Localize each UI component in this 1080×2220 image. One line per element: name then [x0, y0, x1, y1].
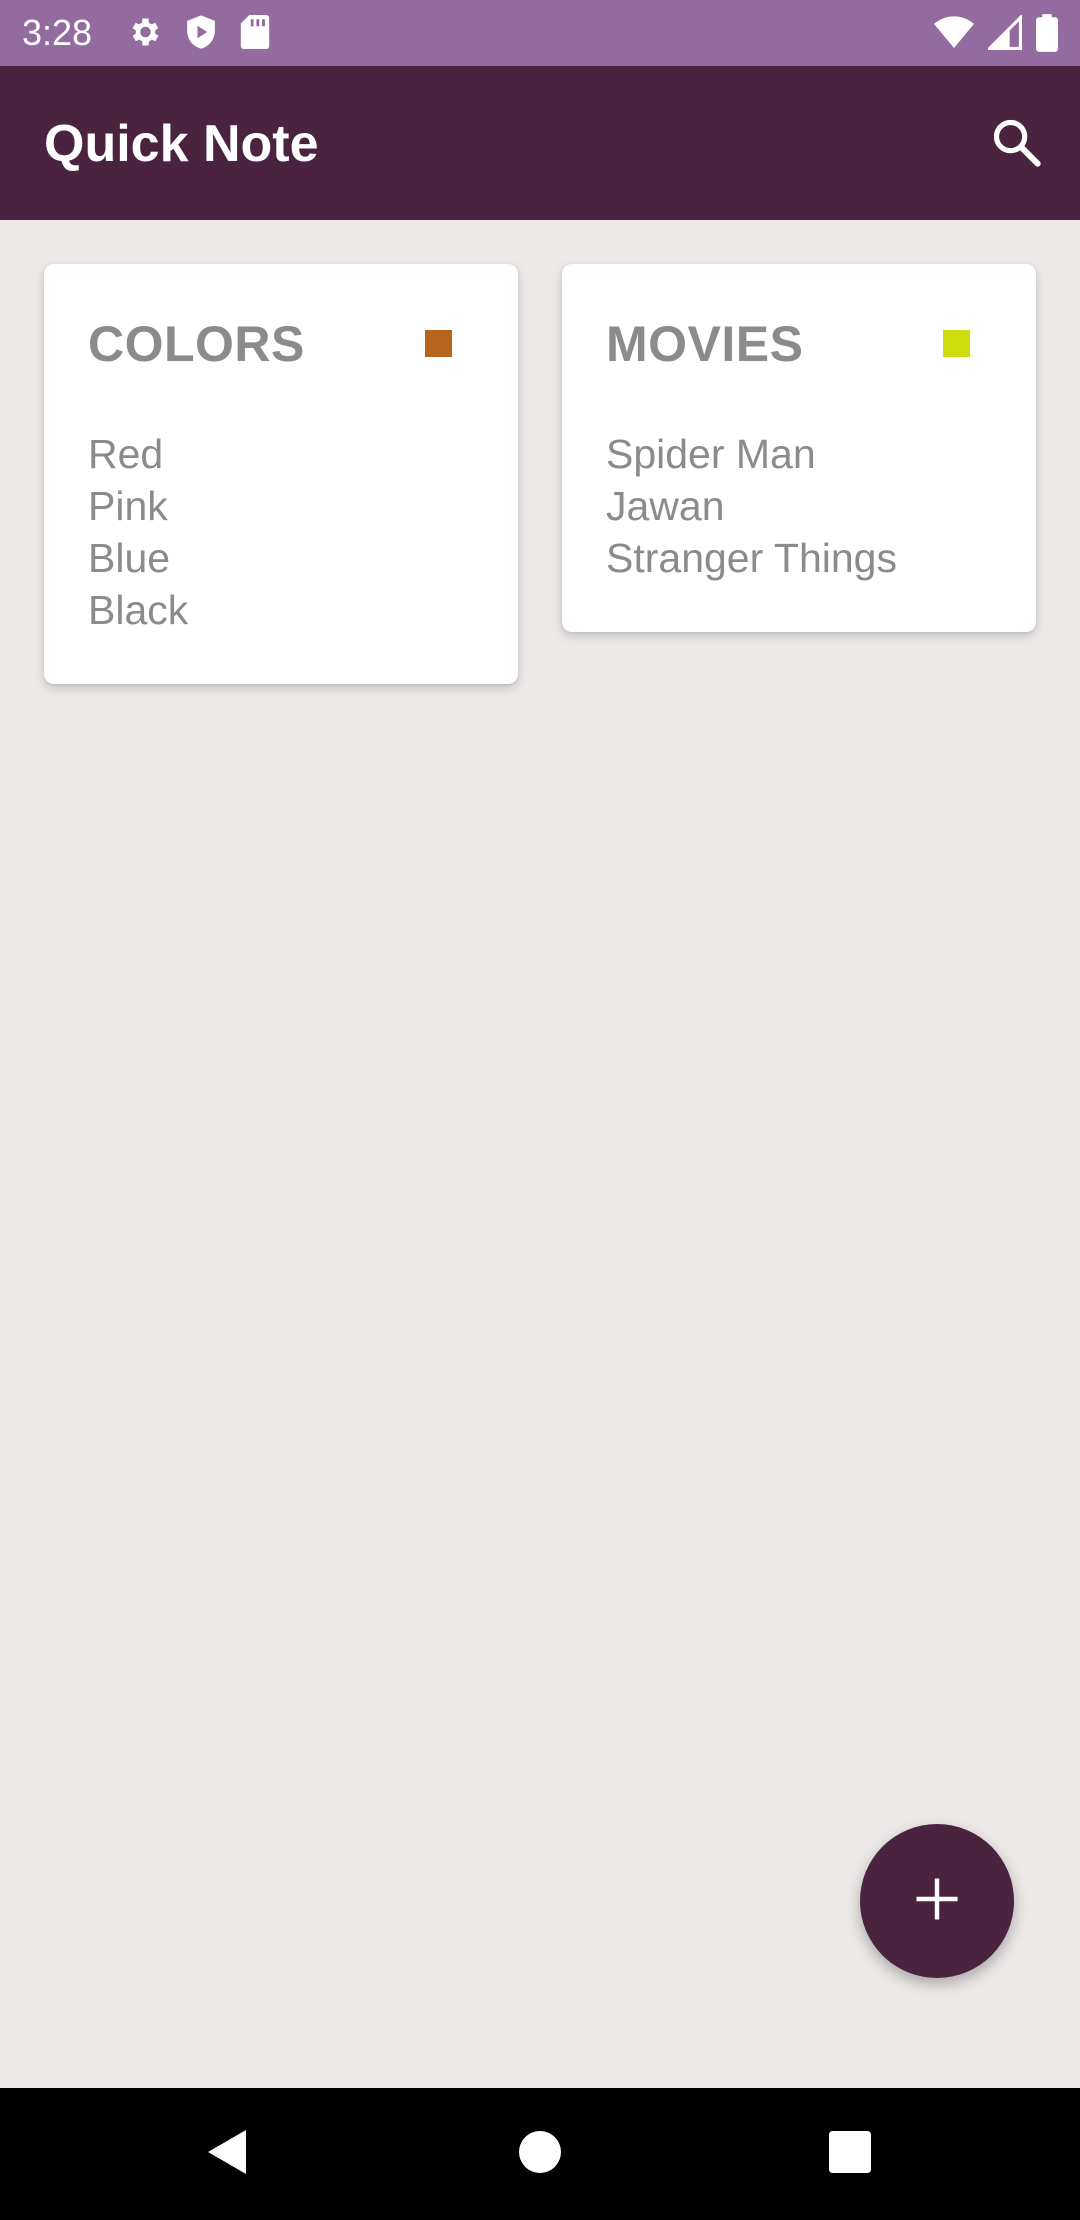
search-icon — [990, 116, 1042, 173]
shield-play-icon — [184, 14, 218, 50]
nav-home-button[interactable] — [508, 2122, 572, 2186]
note-body: Spider Man Jawan Stranger Things — [606, 428, 897, 584]
app-bar: Quick Note — [0, 66, 1080, 220]
note-title: COLORS — [88, 316, 305, 372]
screen: 3:28 Quick Note COLORS Red Pink Blue Bla… — [0, 0, 1080, 2220]
status-bar: 3:28 — [0, 0, 1080, 66]
note-card-movies[interactable]: MOVIES Spider Man Jawan Stranger Things — [562, 264, 1036, 632]
note-color-swatch — [425, 330, 452, 357]
note-color-swatch — [943, 330, 970, 357]
search-button[interactable] — [982, 110, 1050, 178]
note-line: Black — [88, 587, 189, 633]
note-line: Stranger Things — [606, 535, 897, 581]
battery-icon — [1036, 14, 1058, 52]
add-note-button[interactable] — [860, 1824, 1014, 1978]
status-time: 3:28 — [22, 12, 93, 53]
note-line: Jawan — [606, 483, 725, 529]
nav-back-button[interactable] — [196, 2122, 260, 2186]
note-card-colors[interactable]: COLORS Red Pink Blue Black — [44, 264, 518, 684]
sd-card-icon — [240, 15, 270, 49]
home-icon — [519, 2130, 561, 2178]
plus-icon — [915, 1877, 959, 1926]
note-body: Red Pink Blue Black — [88, 428, 188, 636]
note-line: Spider Man — [606, 431, 816, 477]
wifi-icon — [934, 15, 974, 51]
back-icon — [206, 2128, 250, 2181]
navigation-bar — [0, 2088, 1080, 2220]
note-line: Pink — [88, 483, 168, 529]
note-title: MOVIES — [606, 316, 804, 372]
status-icons-left — [126, 14, 270, 50]
note-line: Red — [88, 431, 164, 477]
signal-icon — [988, 15, 1022, 51]
app-title: Quick Note — [44, 115, 319, 173]
gear-icon — [126, 14, 162, 50]
note-line: Blue — [88, 535, 171, 581]
status-icons-right — [934, 14, 1058, 52]
recents-icon — [829, 2130, 871, 2178]
nav-recents-button[interactable] — [818, 2122, 882, 2186]
